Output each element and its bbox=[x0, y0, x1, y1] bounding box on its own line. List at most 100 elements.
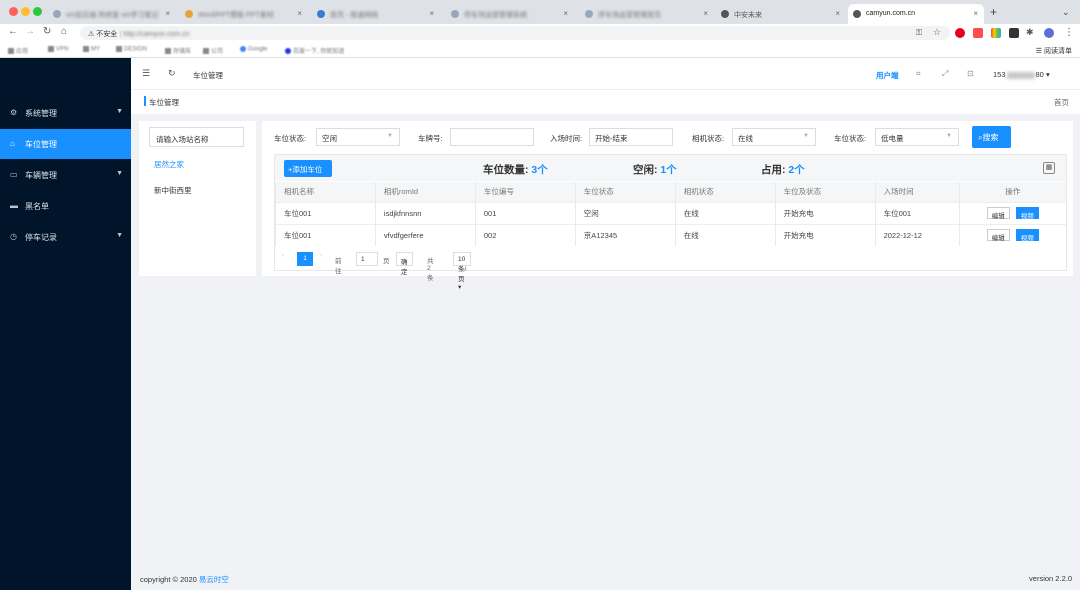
tab-close-icon[interactable]: × bbox=[429, 9, 434, 18]
column-header: 车位编号 bbox=[474, 182, 576, 202]
site-name-search-input[interactable]: 请输入场站名称 bbox=[149, 127, 244, 147]
tab-close-icon[interactable]: × bbox=[297, 9, 302, 18]
goto-page-input[interactable]: 1 bbox=[356, 252, 378, 266]
bookmark-item[interactable]: VPN bbox=[48, 46, 68, 53]
home-link[interactable]: 首页 bbox=[1054, 97, 1069, 108]
edit-button[interactable]: 编辑 bbox=[986, 228, 1010, 242]
cell-camera-name: 车位001 bbox=[275, 223, 376, 246]
menu-fold-icon[interactable]: ☰ bbox=[142, 68, 150, 79]
entry-time-range-input[interactable]: 开始-结束 bbox=[589, 128, 673, 146]
browser-tab[interactable]: 停车场运营管理首页 × bbox=[580, 4, 714, 24]
add-parking-space-button[interactable]: +添加车位 bbox=[284, 160, 332, 177]
column-settings-icon[interactable]: ▦ bbox=[1043, 162, 1055, 174]
footer: copyright © 2020 易云时空 version 2.2.0 bbox=[131, 566, 1080, 590]
bookmark-item[interactable]: Google bbox=[240, 46, 267, 53]
profile-avatar[interactable] bbox=[1044, 28, 1054, 38]
tag-icon[interactable]: ⌗ bbox=[916, 69, 921, 79]
back-arrow-icon[interactable]: ← bbox=[8, 26, 18, 37]
pinterest-extension-icon[interactable] bbox=[955, 28, 965, 38]
cell-camera-name: 车位001 bbox=[275, 201, 376, 224]
table-header-row: 相机名称 相机romId 车位编号 车位状态 相机状态 车位及状态 入场时间 操… bbox=[275, 182, 1066, 202]
new-tab-icon[interactable]: + bbox=[990, 5, 997, 19]
prev-page-icon[interactable]: ‹ bbox=[282, 252, 284, 266]
browser-tab-active[interactable]: camyun.com.cn × bbox=[848, 4, 984, 24]
tab-close-icon[interactable]: × bbox=[973, 9, 978, 18]
goto-confirm-button[interactable]: 确定 bbox=[396, 252, 413, 276]
browser-tab[interactable]: vm前后端 热修复 vm学习笔记 × bbox=[48, 4, 176, 24]
bookmark-item[interactable]: 百度一下, 你就知道 bbox=[285, 46, 344, 55]
bookmark-item[interactable]: DESIGN bbox=[116, 46, 147, 53]
home-icon[interactable]: ⌂ bbox=[61, 26, 67, 37]
plate-number-input[interactable] bbox=[450, 128, 534, 146]
page-number-current[interactable]: 1 bbox=[297, 252, 313, 266]
site-item-juran[interactable]: 居然之家 bbox=[154, 159, 184, 170]
filter-label: 车位状态: bbox=[274, 134, 307, 143]
copyright: copyright © 2020 易云时空 bbox=[140, 575, 229, 584]
filter-label: 入场时间: bbox=[550, 134, 583, 143]
extension-icon[interactable] bbox=[1009, 28, 1019, 38]
key-icon[interactable]: ⚿ bbox=[916, 28, 922, 38]
sidebar-item-parking-record[interactable]: ◷ 停车记录 ▼ bbox=[0, 222, 131, 252]
refresh-icon[interactable]: ↻ bbox=[168, 68, 176, 79]
browser-tab[interactable]: 停车场运营管理系统 × bbox=[446, 4, 574, 24]
menu-dots-icon[interactable]: ⋮ bbox=[1064, 27, 1074, 38]
warning-icon: ⚠ bbox=[88, 31, 95, 38]
tab-close-icon[interactable]: × bbox=[563, 9, 568, 18]
edit-button[interactable]: 编辑 bbox=[986, 206, 1010, 220]
browser-tab[interactable]: 中安未来 × bbox=[716, 4, 846, 24]
cell-entry-time: 2022-12-12 bbox=[874, 223, 960, 246]
star-icon[interactable]: ☆ bbox=[933, 27, 941, 38]
reload-icon[interactable]: ↻ bbox=[43, 26, 51, 37]
bookmark-item[interactable]: 公司 bbox=[203, 46, 223, 55]
lock-icon[interactable]: ⊡ bbox=[967, 69, 974, 78]
tab-close-icon[interactable]: × bbox=[165, 9, 170, 18]
chevron-down-icon: ▼ bbox=[387, 133, 393, 139]
extension-icon[interactable] bbox=[973, 28, 983, 38]
sidebar-item-vehicle[interactable]: ▭ 车辆管理 ▼ bbox=[0, 160, 131, 190]
next-page-icon[interactable]: › bbox=[320, 252, 322, 266]
zoom-window-dot[interactable] bbox=[33, 7, 42, 16]
bookmark-item[interactable]: 存储库 bbox=[165, 46, 191, 55]
battery-status-select[interactable]: 低电量 ▼ bbox=[875, 128, 959, 146]
tab-favicon bbox=[185, 10, 193, 18]
version-label: version 2.2.0 bbox=[1029, 574, 1072, 583]
space-status-select[interactable]: 空闲 ▼ bbox=[316, 128, 400, 146]
sidebar-item-blacklist[interactable]: ▬ 黑名单 bbox=[0, 191, 131, 221]
sidebar-item-system[interactable]: ⚙ 系统管理 ▼ bbox=[0, 98, 131, 128]
clock-icon: ◷ bbox=[10, 232, 17, 241]
filter-label: 相机状态: bbox=[692, 134, 725, 143]
search-button[interactable]: ⌕搜索 bbox=[972, 126, 1011, 148]
fullscreen-icon[interactable]: ⤢ bbox=[942, 69, 948, 79]
reading-list-button[interactable]: ☰ 阅读清单 bbox=[1036, 46, 1072, 56]
chevron-down-icon: ▼ bbox=[803, 133, 809, 139]
tab-close-icon[interactable]: × bbox=[835, 9, 840, 18]
browser-tab[interactable]: Word/PPT模板 PPT素材 × bbox=[180, 4, 308, 24]
site-item-xinzhongjie[interactable]: 新中街西里 bbox=[154, 185, 192, 196]
bookmark-item[interactable]: MY bbox=[83, 46, 100, 53]
user-portal-link[interactable]: 用户端 bbox=[876, 70, 899, 81]
url-input[interactable]: ⚠ 不安全 | http://camyun.com.cn bbox=[80, 26, 950, 40]
user-account-dropdown[interactable]: 153 80 ▾ bbox=[993, 70, 1050, 79]
close-window-dot[interactable] bbox=[9, 7, 18, 16]
color-extension-icon[interactable] bbox=[991, 28, 1001, 38]
tab-close-icon[interactable]: × bbox=[703, 9, 708, 18]
main-panel: 车位状态: 空闲 ▼ 车牌号: 入场时间: 开始-结束 相机状态: 在线 ▼ 车… bbox=[262, 121, 1073, 291]
page-size-select[interactable]: 10 条/页 ▾ bbox=[453, 252, 472, 291]
sidebar-item-parking-space[interactable]: ⌂ 车位管理 bbox=[0, 129, 131, 159]
page-title-bar: 车位管理 首页 bbox=[131, 90, 1080, 114]
column-header: 车位及状态 bbox=[774, 182, 876, 202]
cell-rom-id: isdjkfnnsnn bbox=[374, 201, 476, 224]
bookmark-item[interactable]: 应用 bbox=[8, 46, 28, 55]
video-button[interactable]: 视频 bbox=[1015, 228, 1039, 242]
cell-space-status: 空闲 bbox=[574, 201, 676, 224]
puzzle-icon[interactable]: ✱ bbox=[1026, 27, 1034, 38]
tab-search-icon[interactable]: ⌄ bbox=[1062, 7, 1070, 18]
forward-arrow-icon[interactable]: → bbox=[25, 26, 35, 37]
title-accent bbox=[144, 96, 146, 106]
minimize-window-dot[interactable] bbox=[21, 7, 30, 16]
video-button[interactable]: 视频 bbox=[1015, 206, 1039, 220]
camera-status-select[interactable]: 在线 ▼ bbox=[732, 128, 816, 146]
page-title: 车位管理 bbox=[149, 98, 179, 107]
browser-tab[interactable]: 首页 - 极速网络 × bbox=[312, 4, 440, 24]
column-header: 相机状态 bbox=[674, 182, 776, 202]
